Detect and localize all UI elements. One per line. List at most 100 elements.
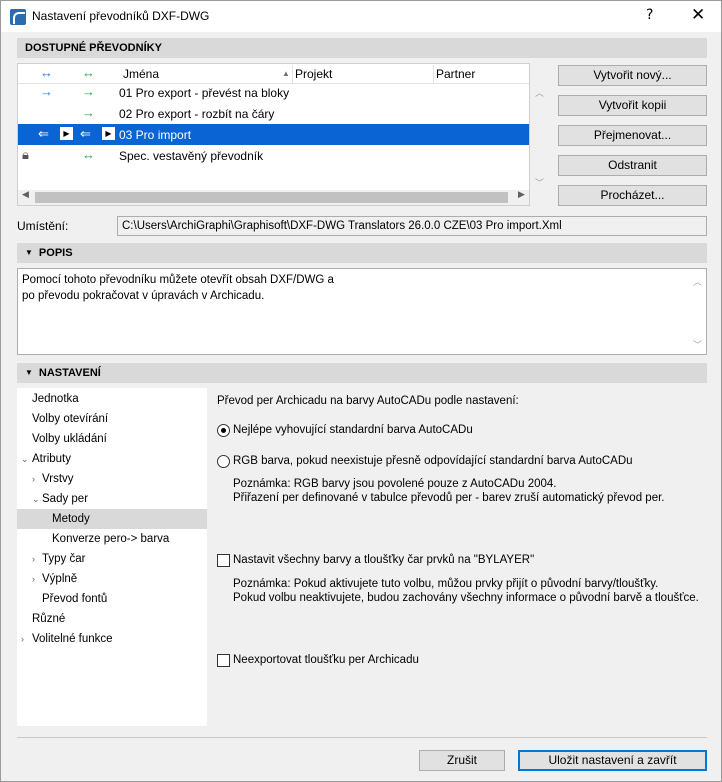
import-arrow-icon: ⇐ (38, 126, 49, 141)
translator-name: Spec. vestavěný převodník (119, 149, 264, 163)
tree-item-optional-functions[interactable]: › Volitelné funkce (17, 629, 207, 649)
new-translator-button[interactable]: Vytvořit nový... (558, 65, 707, 86)
tree-item-open-options[interactable]: Volby otevírání (17, 409, 207, 429)
tree-item-save-options[interactable]: Volby ukládání (17, 429, 207, 449)
save-and-close-button[interactable]: Uložit nastavení a zavřít (518, 750, 707, 771)
right-arrow-icon: → (82, 84, 95, 99)
close-icon[interactable]: ✕ (691, 5, 705, 25)
dialog-window: Nastavení převodníků DXF-DWG ? ✕ DOSTUPN… (0, 0, 722, 782)
tree-item-label: Atributy (32, 453, 71, 465)
description-section-header[interactable]: ▼ POPIS (17, 243, 707, 263)
delete-button[interactable]: Odstranit (558, 155, 707, 176)
bylayer-checkbox[interactable] (217, 554, 230, 567)
settings-panel: Převod per Archicadu na barvy AutoCADu p… (207, 388, 707, 726)
scroll-down-icon[interactable]: ﹀ (693, 337, 702, 353)
right-arrow-icon: → (40, 84, 53, 99)
list-item[interactable]: 🔒︎ ↔ Spec. vestavěný převodník (18, 145, 529, 166)
tree-item-attributes[interactable]: ⌄ Atributy (17, 449, 207, 469)
tree-item-label: Metody (52, 513, 90, 525)
chevron-right-icon[interactable]: › (32, 569, 35, 589)
import-arrow-icon: ⇐ (80, 126, 91, 141)
chevron-right-icon[interactable]: › (32, 469, 35, 489)
tree-item-font-conversion[interactable]: Převod fontů (17, 589, 207, 609)
list-header: ↔ ↔ Jména ▲ Projekt Partner (18, 64, 529, 84)
tree-item-unit[interactable]: Jednotka (17, 389, 207, 409)
translators-section-title: DOSTUPNÉ PŘEVODNÍKY (25, 42, 162, 54)
column-header-name[interactable]: Jména (123, 67, 159, 81)
tree-item-line-types[interactable]: › Typy čar (17, 549, 207, 569)
chevron-right-icon[interactable]: › (32, 549, 35, 569)
note-text: Poznámka: Pokud aktivujete tuto volbu, m… (233, 578, 659, 590)
settings-section-header[interactable]: ▼ NASTAVENÍ (17, 363, 707, 383)
settings-section-title: NASTAVENÍ (38, 367, 101, 379)
tree-item-label: Převod fontů (42, 593, 108, 605)
no-pen-weight-export-checkbox[interactable] (217, 654, 230, 667)
column-header-partner[interactable]: Partner (436, 67, 475, 81)
lock-icon: 🔒︎ (22, 147, 29, 162)
translator-name: 03 Pro import (119, 128, 192, 142)
archicad-logo-icon (10, 9, 26, 25)
location-path-field: C:\Users\ArchiGraphi\Graphisoft\DXF-DWG … (117, 216, 707, 236)
sort-ascending-icon: ▲ (282, 69, 290, 78)
tree-item-label: Sady per (42, 493, 89, 505)
best-match-color-radio[interactable] (217, 424, 230, 437)
list-item[interactable]: → 02 Pro export - rozbít na čáry (18, 103, 529, 124)
horizontal-scrollbar[interactable]: ◀ ▶ (18, 190, 529, 205)
browse-button[interactable]: Procházet... (558, 185, 707, 206)
play-icon: ▶ (60, 127, 73, 140)
chevron-down-icon[interactable]: ⌄ (32, 489, 40, 509)
note-text: Přiřazení per definované v tabulce převo… (233, 492, 665, 504)
description-line: Pomocí tohoto převodníku můžete otevřít … (22, 274, 334, 286)
scrollbar-thumb[interactable] (35, 192, 508, 203)
tree-item-pen-sets[interactable]: ⌄ Sady per (17, 489, 207, 509)
note-text: Pokud volbu neaktivujete, budou zachován… (233, 592, 699, 604)
bylayer-label[interactable]: Nastavit všechny barvy a tloušťky čar pr… (233, 554, 534, 566)
tree-item-label: Jednotka (32, 393, 79, 405)
list-item-selected[interactable]: ⇐ ▶ ⇐ ▶ 03 Pro import (18, 124, 529, 145)
location-label: Umístění: (17, 219, 69, 233)
tree-item-misc[interactable]: Různé (17, 609, 207, 629)
bidirectional-arrow-icon: ↔ (40, 65, 53, 80)
rename-button[interactable]: Přejmenovat... (558, 125, 707, 146)
tree-item-label: Typy čar (42, 553, 86, 565)
tree-item-layers[interactable]: › Vrstvy (17, 469, 207, 489)
rgb-color-radio[interactable] (217, 455, 230, 468)
panel-heading: Převod per Archicadu na barvy AutoCADu p… (217, 395, 519, 407)
window-title: Nastavení převodníků DXF-DWG (32, 9, 210, 23)
bidirectional-arrow-icon: ↔ (82, 65, 95, 80)
footer-divider (17, 737, 707, 738)
tree-item-fills[interactable]: › Výplně (17, 569, 207, 589)
scroll-down-icon[interactable]: ﹀ (535, 176, 544, 189)
tree-item-pen-color-conversion[interactable]: Konverze pero-> barva (17, 529, 207, 549)
copy-translator-button[interactable]: Vytvořit kopii (558, 95, 707, 116)
tree-item-label: Volby otevírání (32, 413, 109, 425)
no-pen-weight-export-label[interactable]: Neexportovat tloušťku per Archicadu (233, 654, 419, 666)
title-bar: Nastavení převodníků DXF-DWG ? ✕ (1, 1, 721, 32)
tree-item-label: Výplně (42, 573, 78, 585)
note-text: Poznámka: RGB barvy jsou povolené pouze … (233, 478, 557, 490)
settings-tree[interactable]: Jednotka Volby otevírání Volby ukládání … (17, 388, 207, 726)
translators-list[interactable]: ↔ ↔ Jména ▲ Projekt Partner → → 01 Pro e… (17, 63, 530, 206)
column-header-project[interactable]: Projekt (295, 67, 332, 81)
description-textarea[interactable]: Pomocí tohoto převodníku můžete otevřít … (17, 268, 707, 355)
chevron-down-icon[interactable]: ⌄ (21, 449, 29, 469)
translators-section-header: DOSTUPNÉ PŘEVODNÍKY (17, 38, 707, 58)
tree-item-label: Různé (32, 613, 66, 625)
translator-name: 02 Pro export - rozbít na čáry (119, 107, 275, 121)
cancel-button[interactable]: Zrušit (419, 750, 505, 771)
scroll-up-icon[interactable]: ︿ (693, 274, 702, 290)
description-section-title: POPIS (38, 247, 73, 259)
scroll-right-icon[interactable]: ▶ (518, 190, 525, 200)
scroll-up-icon[interactable]: ︿ (535, 86, 544, 99)
rgb-color-label[interactable]: RGB barva, pokud neexistuje přesně odpov… (233, 455, 633, 467)
help-button[interactable]: ? (646, 7, 653, 23)
list-item[interactable]: → → 01 Pro export - převést na bloky (18, 82, 529, 103)
bidirectional-arrow-icon: ↔ (82, 147, 95, 162)
chevron-right-icon[interactable]: › (21, 629, 24, 649)
tree-item-label: Konverze pero-> barva (52, 533, 170, 545)
scroll-left-icon[interactable]: ◀ (22, 190, 29, 200)
best-match-color-label[interactable]: Nejlépe vyhovující standardní barva Auto… (233, 424, 473, 436)
tree-item-methods[interactable]: Metody (17, 509, 207, 529)
description-line: po převodu pokračovat v úpravách v Archi… (22, 290, 265, 302)
tree-item-label: Volby ukládání (32, 433, 107, 445)
